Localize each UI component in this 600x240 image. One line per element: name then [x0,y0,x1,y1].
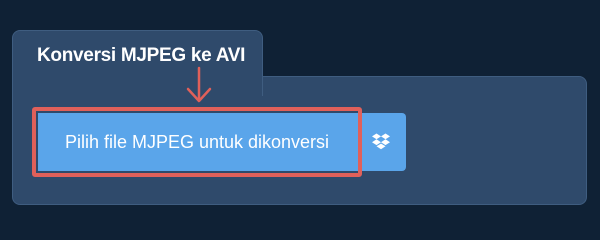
converter-title: Konversi MJPEG ke AVI [37,45,246,66]
converter-tab: Konversi MJPEG ke AVI [12,30,263,96]
choose-file-button[interactable]: Pilih file MJPEG untuk dikonversi [38,113,356,171]
dropbox-button[interactable] [356,113,406,171]
choose-file-label: Pilih file MJPEG untuk dikonversi [64,131,330,152]
dropbox-icon [372,133,390,150]
down-arrow-icon [186,66,212,103]
